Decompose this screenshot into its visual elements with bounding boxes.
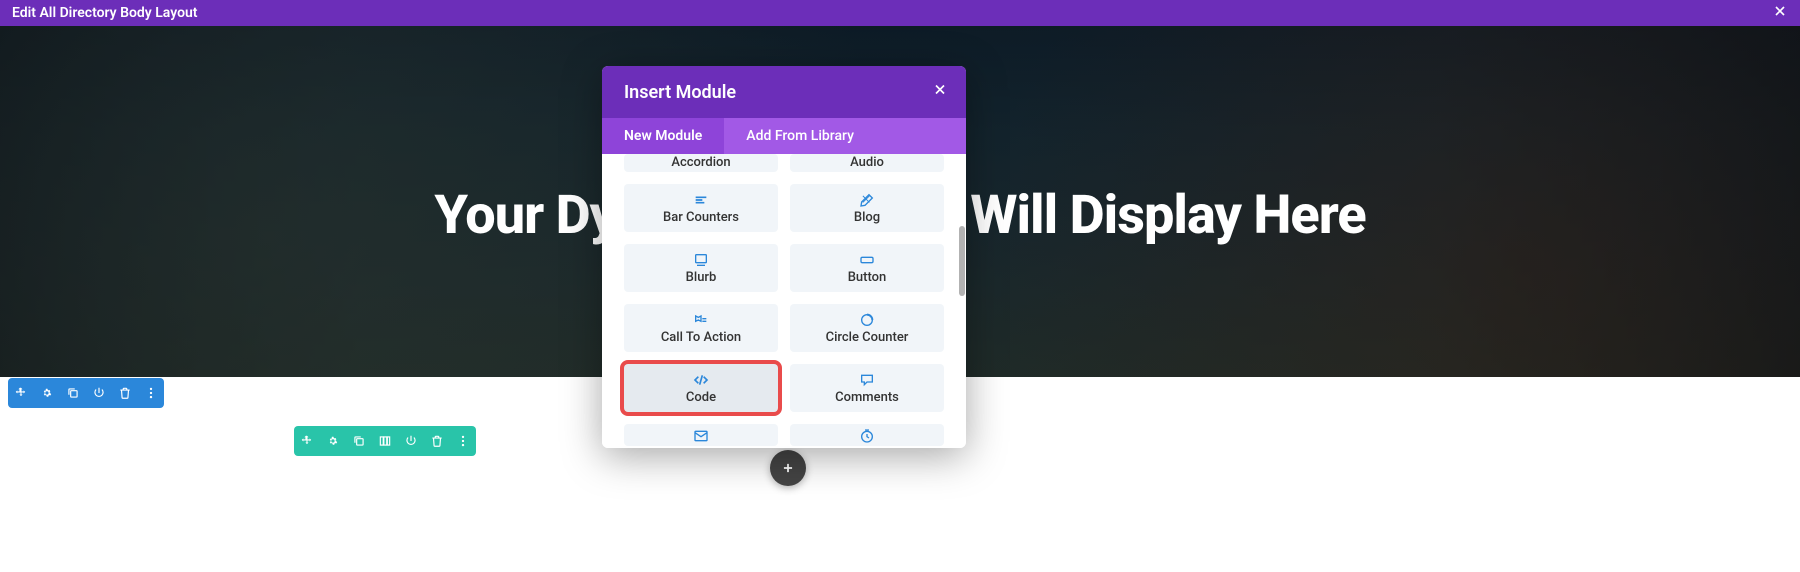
bar-counters-icon <box>693 192 709 208</box>
columns-icon[interactable] <box>372 426 398 456</box>
module-label: Call To Action <box>661 330 741 345</box>
power-icon[interactable] <box>86 378 112 408</box>
blog-icon <box>859 192 875 208</box>
module-item-blurb[interactable]: Blurb <box>624 244 778 292</box>
module-item-contact-form[interactable]: Contact Form <box>624 424 778 446</box>
scrollbar[interactable] <box>959 226 965 296</box>
add-module-button[interactable] <box>770 450 806 486</box>
gear-icon[interactable] <box>34 378 60 408</box>
circle-counter-icon <box>859 312 875 328</box>
power-icon[interactable] <box>398 426 424 456</box>
modal-tabs: New Module Add From Library <box>602 118 966 154</box>
module-item-accordion[interactable]: Accordion <box>624 154 778 172</box>
modal-header: Insert Module <box>602 66 966 118</box>
button-icon <box>859 252 875 268</box>
module-item-blog[interactable]: Blog <box>790 184 944 232</box>
page-title: Edit All Directory Body Layout <box>12 5 198 21</box>
module-item-countdown[interactable]: Countdown Timer <box>790 424 944 446</box>
module-label: Code <box>686 390 716 405</box>
duplicate-icon[interactable] <box>60 378 86 408</box>
page-header: Edit All Directory Body Layout <box>0 0 1800 26</box>
code-icon <box>693 372 709 388</box>
move-icon[interactable] <box>8 378 34 408</box>
duplicate-icon[interactable] <box>346 426 372 456</box>
module-item-circle-counter[interactable]: Circle Counter <box>790 304 944 352</box>
module-label: Circle Counter <box>826 330 909 345</box>
blurb-icon <box>693 252 709 268</box>
delete-icon[interactable] <box>424 426 450 456</box>
insert-module-modal: Insert Module New Module Add From Librar… <box>602 66 966 448</box>
more-icon[interactable] <box>138 378 164 408</box>
module-label: Audio <box>850 155 884 170</box>
section-toolbar-green <box>294 426 476 456</box>
module-item-button[interactable]: Button <box>790 244 944 292</box>
module-label: Comments <box>835 390 899 405</box>
module-label: Button <box>848 270 887 285</box>
more-icon[interactable] <box>450 426 476 456</box>
module-label: Blurb <box>686 270 717 285</box>
move-icon[interactable] <box>294 426 320 456</box>
module-item-comments[interactable]: Comments <box>790 364 944 412</box>
tab-add-from-library[interactable]: Add From Library <box>724 118 876 154</box>
comments-icon <box>859 372 875 388</box>
close-icon[interactable] <box>1772 3 1788 23</box>
module-item-bar-counters[interactable]: Bar Counters <box>624 184 778 232</box>
module-item-audio[interactable]: Audio <box>790 154 944 172</box>
module-label: Bar Counters <box>663 210 739 225</box>
tab-new-module[interactable]: New Module <box>602 118 724 154</box>
module-item-code[interactable]: Code <box>624 364 778 412</box>
module-label: Blog <box>854 210 880 225</box>
modal-body: Accordion Audio Bar Counters Blog Blurb Butto… <box>602 154 966 448</box>
modal-title: Insert Module <box>624 82 736 103</box>
delete-icon[interactable] <box>112 378 138 408</box>
call-to-action-icon <box>693 312 709 328</box>
gear-icon[interactable] <box>320 426 346 456</box>
countdown-icon <box>859 428 875 444</box>
contact-form-icon <box>693 428 709 444</box>
module-label: Accordion <box>671 155 730 170</box>
close-icon[interactable] <box>932 82 948 103</box>
section-toolbar-blue <box>8 378 164 408</box>
module-item-call-to-action[interactable]: Call To Action <box>624 304 778 352</box>
